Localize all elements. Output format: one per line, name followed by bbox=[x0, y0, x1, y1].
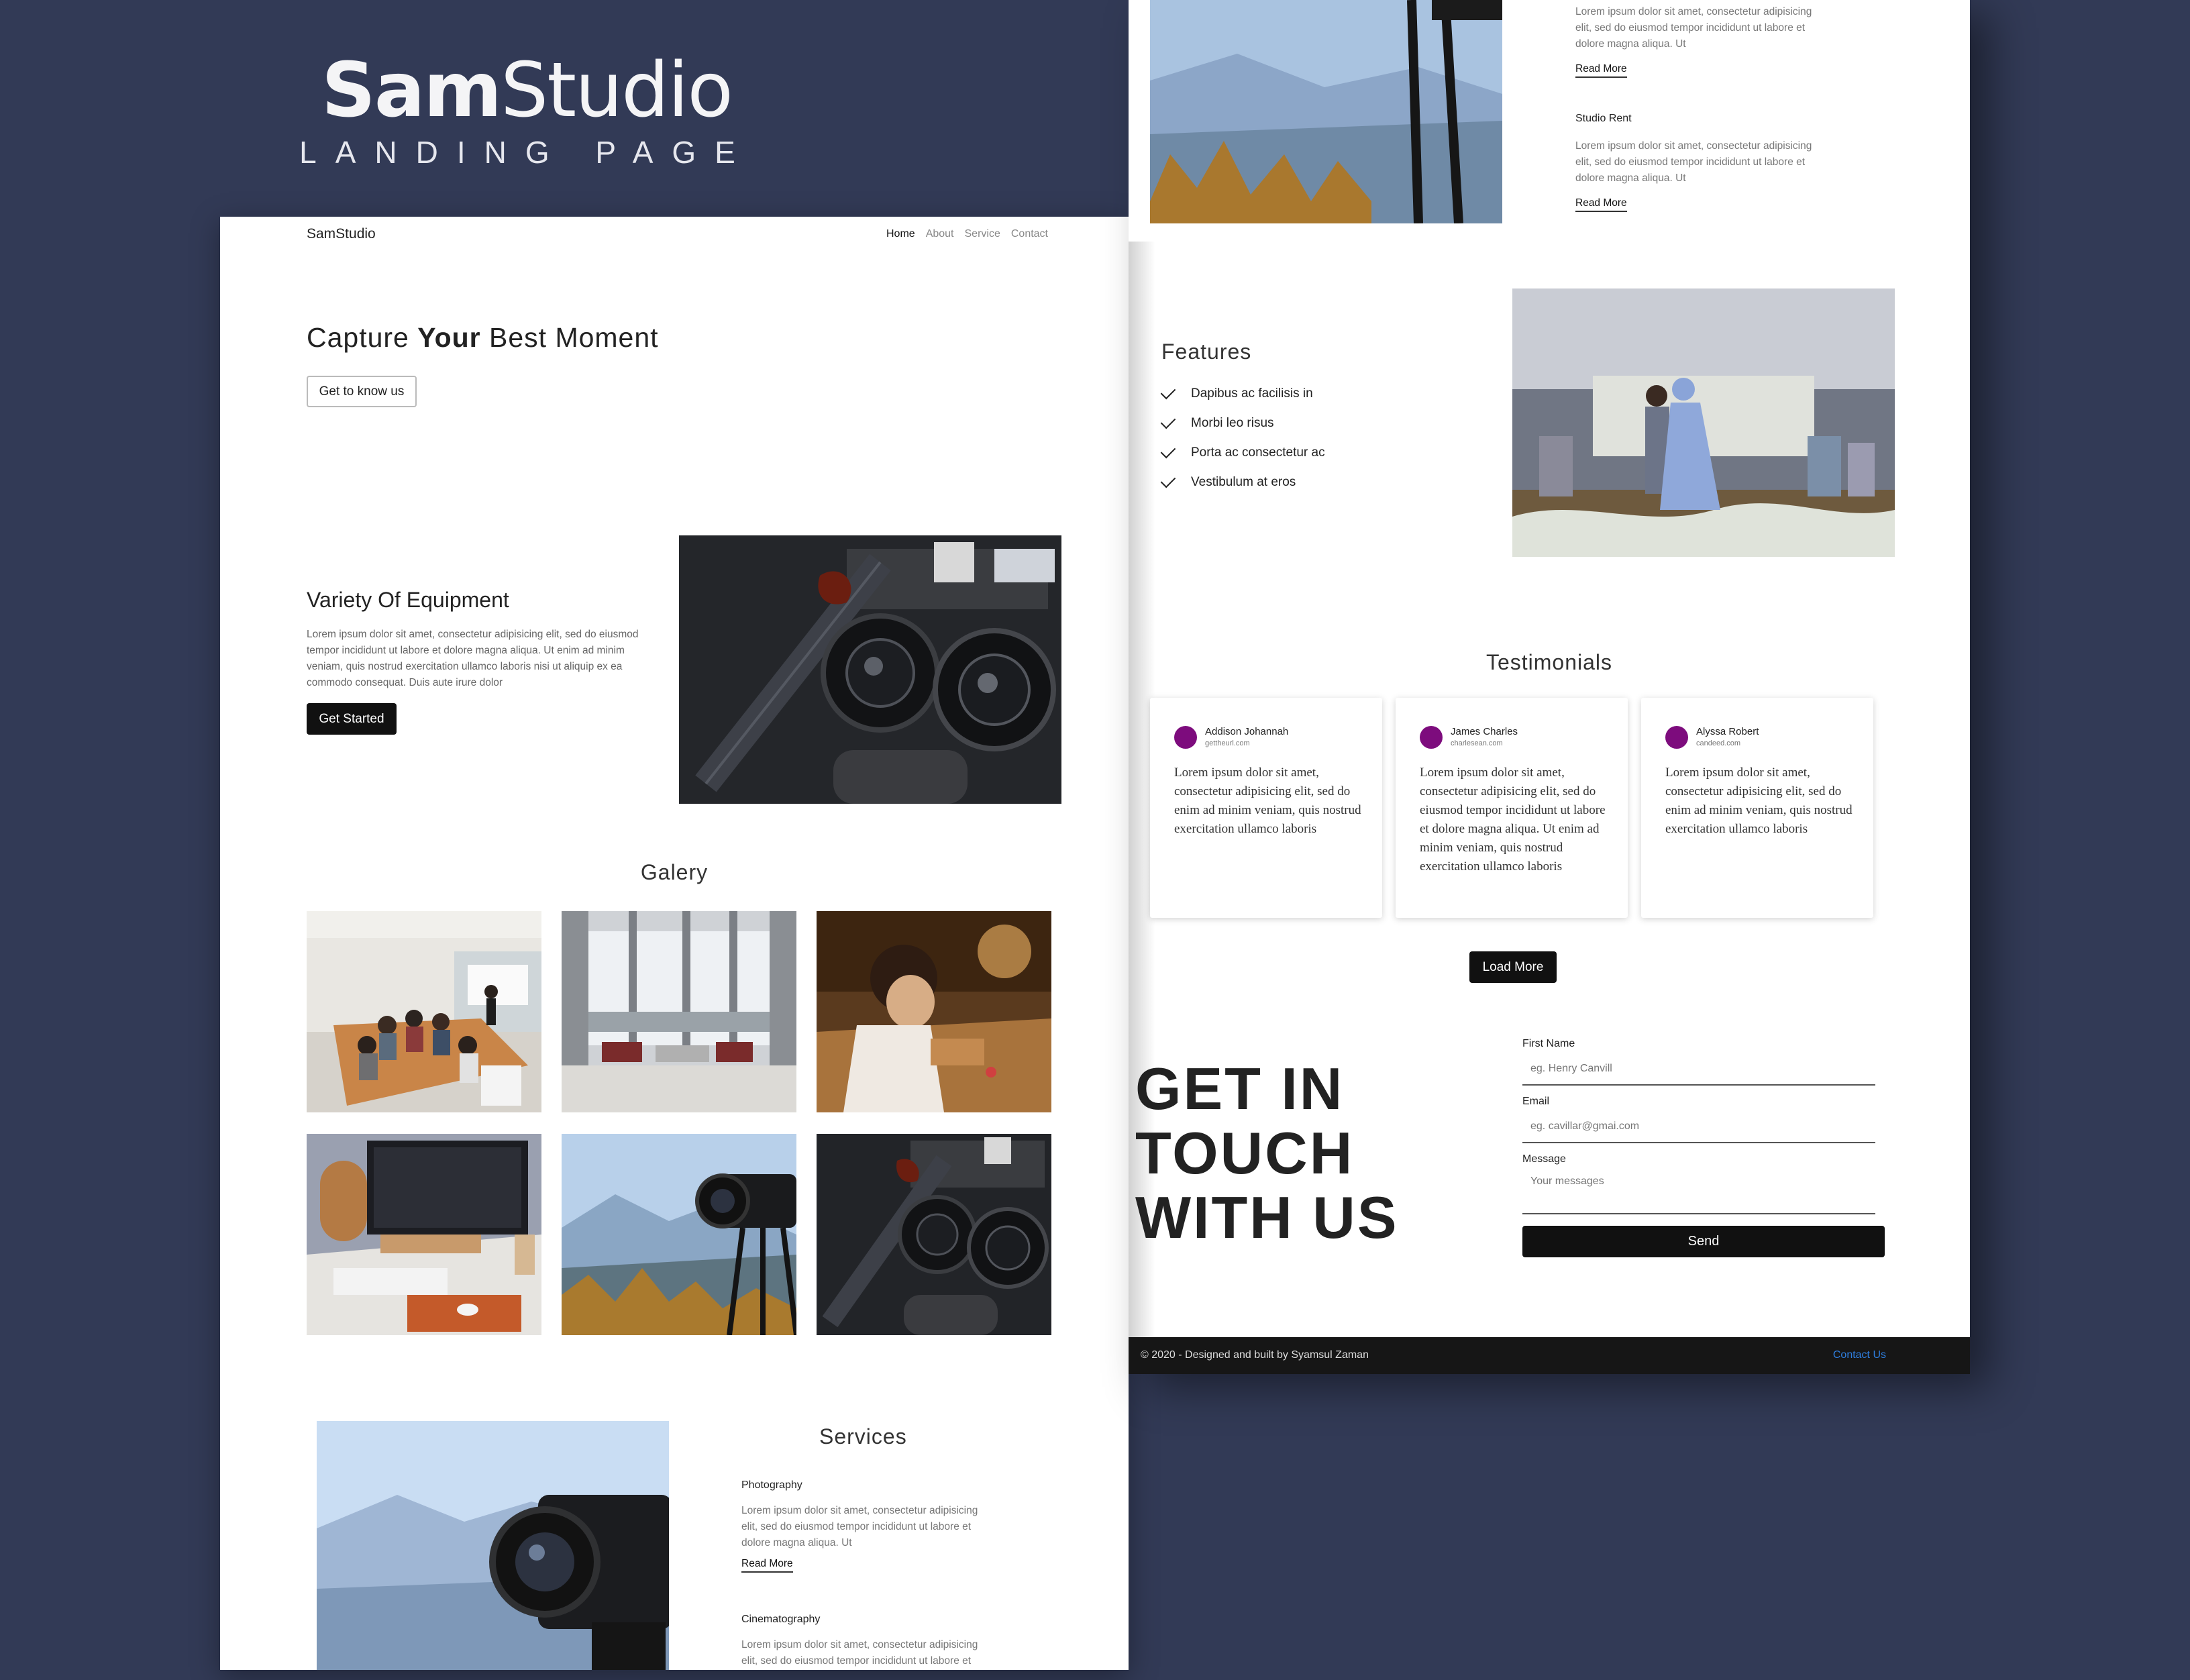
services-photo bbox=[317, 1421, 669, 1670]
gallery-title: Galery bbox=[640, 860, 709, 884]
send-button[interactable]: Send bbox=[1522, 1226, 1885, 1257]
testimonial-site: charlesean.com bbox=[1451, 739, 1503, 747]
feature-item: Porta ac consectetur ac bbox=[1160, 438, 1325, 468]
testimonial-name: Alyssa Robert bbox=[1696, 726, 1759, 737]
avatar bbox=[1174, 726, 1197, 749]
equipment-title: Variety Of Equipment bbox=[307, 588, 509, 612]
testimonial-name: Addison Johannah bbox=[1205, 726, 1289, 737]
check-icon bbox=[1160, 443, 1176, 459]
landing-page-top: SamStudio Home About Service Contact Cap… bbox=[220, 217, 1129, 1670]
gallery-photo-lounge[interactable] bbox=[562, 911, 796, 1112]
equipment-text: Lorem ipsum dolor sit amet, consectetur … bbox=[307, 629, 639, 688]
gallery-photo-craftsman[interactable] bbox=[817, 911, 1051, 1112]
hero-title: Capture Your Best Moment bbox=[307, 322, 659, 353]
feature-item: Vestibulum at eros bbox=[1160, 468, 1325, 497]
service-cinematography-read-more[interactable]: Read More bbox=[1575, 63, 1627, 78]
get-to-know-us-button[interactable]: Get to know us bbox=[307, 376, 417, 407]
cinematography-photo bbox=[1150, 0, 1502, 223]
service-studio-rent-title: Studio Rent bbox=[1575, 113, 1632, 124]
testimonial-card: Alyssa Robert candeed.com Lorem ipsum do… bbox=[1641, 698, 1873, 918]
check-icon bbox=[1160, 413, 1176, 429]
testimonial-site: gettheurl.com bbox=[1205, 739, 1250, 747]
testimonial-site: candeed.com bbox=[1696, 739, 1741, 747]
get-started-button[interactable]: Get Started bbox=[307, 703, 397, 735]
features-title: Features bbox=[1161, 339, 1252, 364]
footer-contact-link[interactable]: Contact Us bbox=[1833, 1349, 1886, 1361]
samstudio-logo: SamStudio bbox=[321, 47, 733, 134]
feature-item: Dapibus ac facilisis in bbox=[1160, 379, 1325, 409]
brand-header: SamStudio LANDING PAGE bbox=[0, 0, 1053, 221]
testimonial-text: Lorem ipsum dolor sit amet, consectetur … bbox=[1665, 766, 1853, 836]
service-cinematography-text-cont: Lorem ipsum dolor sit amet, consectetur … bbox=[1575, 6, 1812, 50]
services-title: Services bbox=[819, 1424, 907, 1449]
features-photo-wedding bbox=[1512, 288, 1895, 557]
avatar bbox=[1665, 726, 1688, 749]
testimonials-title: Testimonials bbox=[1485, 650, 1613, 674]
check-icon bbox=[1160, 472, 1176, 488]
nav-home[interactable]: Home bbox=[886, 228, 915, 240]
first-name-field[interactable] bbox=[1522, 1053, 1875, 1086]
equipment-photo bbox=[679, 535, 1061, 804]
testimonial-name: James Charles bbox=[1451, 726, 1518, 737]
email-label: Email bbox=[1522, 1096, 1550, 1107]
nav-brand[interactable]: SamStudio bbox=[307, 226, 376, 242]
gallery-photo-camera-landscape[interactable] bbox=[562, 1134, 796, 1335]
first-name-label: First Name bbox=[1522, 1038, 1575, 1049]
landing-page-bottom: Lorem ipsum dolor sit amet, consectetur … bbox=[1129, 0, 1970, 1374]
feature-item: Morbi leo risus bbox=[1160, 409, 1325, 438]
check-icon bbox=[1160, 384, 1176, 400]
testimonial-card: Addison Johannah gettheurl.com Lorem ips… bbox=[1150, 698, 1382, 918]
nav-about[interactable]: About bbox=[926, 228, 954, 240]
service-photography-text: Lorem ipsum dolor sit amet, consectetur … bbox=[741, 1505, 978, 1548]
nav-links: Home About Service Contact bbox=[886, 228, 1048, 240]
message-label: Message bbox=[1522, 1153, 1566, 1165]
footer-copyright: © 2020 - Designed and built by Syamsul Z… bbox=[1141, 1349, 1369, 1361]
landing-page-subtitle: LANDING PAGE bbox=[299, 135, 754, 170]
gallery-photo-lenses[interactable] bbox=[817, 1134, 1051, 1335]
nav-contact[interactable]: Contact bbox=[1011, 228, 1048, 240]
testimonial-card: James Charles charlesean.com Lorem ipsum… bbox=[1396, 698, 1628, 918]
testimonial-text: Lorem ipsum dolor sit amet, consectetur … bbox=[1420, 766, 1606, 874]
load-more-button[interactable]: Load More bbox=[1469, 951, 1557, 983]
service-studio-rent-read-more[interactable]: Read More bbox=[1575, 197, 1627, 212]
testimonial-text: Lorem ipsum dolor sit amet, consectetur … bbox=[1174, 766, 1361, 836]
gallery-photo-desk[interactable] bbox=[307, 1134, 541, 1335]
nav-service[interactable]: Service bbox=[965, 228, 1000, 240]
avatar bbox=[1420, 726, 1443, 749]
footer: © 2020 - Designed and built by Syamsul Z… bbox=[1129, 1337, 1970, 1374]
service-photography-read-more[interactable]: Read More bbox=[741, 1558, 793, 1573]
gallery-photo-classroom[interactable] bbox=[307, 911, 541, 1112]
service-photography-title: Photography bbox=[741, 1479, 802, 1491]
service-studio-rent-text: Lorem ipsum dolor sit amet, consectetur … bbox=[1575, 140, 1812, 184]
features-list: Dapibus ac facilisis in Morbi leo risus … bbox=[1160, 379, 1325, 497]
service-cinematography-text: Lorem ipsum dolor sit amet, consectetur … bbox=[741, 1639, 978, 1667]
email-field[interactable] bbox=[1522, 1111, 1875, 1143]
contact-heading: GET IN TOUCH WITH US bbox=[1135, 1055, 1399, 1251]
message-field[interactable] bbox=[1522, 1169, 1875, 1214]
service-cinematography-title: Cinematography bbox=[741, 1614, 821, 1625]
